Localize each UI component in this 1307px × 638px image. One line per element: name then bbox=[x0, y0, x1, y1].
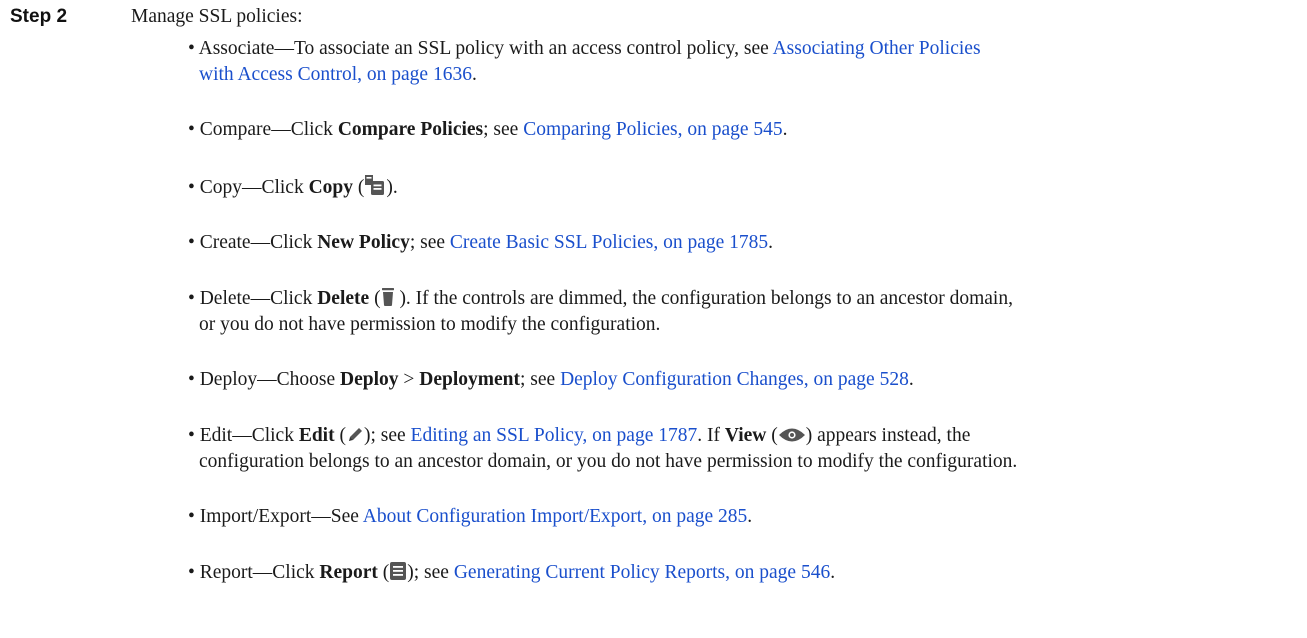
link-editing-an-ssl-policy[interactable]: Editing an SSL Policy, on page 1787 bbox=[411, 425, 698, 446]
link-deploy-configuration-changes[interactable]: Deploy Configuration Changes, on page 52… bbox=[560, 369, 909, 390]
list-item-create: • Create—Click New Policy; see Create Ba… bbox=[188, 232, 774, 253]
deploy-menu-label: Deploy bbox=[339, 369, 399, 390]
link-with-access-control[interactable]: with Access Control, on page 1636 bbox=[199, 64, 472, 85]
delete-label: Delete bbox=[317, 288, 370, 309]
link-generating-current-policy-reports[interactable]: Generating Current Policy Reports, on pa… bbox=[454, 562, 830, 583]
list-item-edit: • Edit—Click Edit (); see Editing an SSL… bbox=[188, 425, 1018, 472]
delete-icon bbox=[381, 288, 394, 306]
link-comparing-policies[interactable]: Comparing Policies, on page 545 bbox=[523, 119, 782, 140]
copy-label: Copy bbox=[308, 177, 354, 198]
edit-label: Edit bbox=[298, 425, 335, 446]
step-intro: Manage SSL policies: bbox=[131, 6, 303, 27]
step-label: Step 2 bbox=[10, 6, 68, 27]
new-policy-label: New Policy bbox=[317, 232, 410, 253]
list-item-copy: • Copy—Click Copy (). bbox=[188, 174, 398, 201]
report-icon bbox=[390, 562, 407, 580]
pencil-icon bbox=[348, 428, 362, 441]
deployment-menu-label: Deployment bbox=[419, 369, 520, 390]
list-item-delete: • Delete—Click Delete ( ). If the contro… bbox=[188, 288, 1013, 335]
list-item-import-export: • Import/Export—See About Configuration … bbox=[188, 506, 753, 527]
report-label: Report bbox=[319, 562, 378, 583]
view-label: View bbox=[724, 425, 767, 446]
list-item-deploy: • Deploy—Choose Deploy > Deployment; see… bbox=[188, 369, 914, 390]
eye-icon bbox=[778, 428, 805, 442]
list-item-compare: • Compare—Click Compare Policies; see Co… bbox=[188, 119, 788, 140]
link-create-basic-ssl-policies[interactable]: Create Basic SSL Policies, on page 1785 bbox=[450, 232, 768, 253]
link-associating-other-policies[interactable]: Associating Other Policies bbox=[773, 38, 981, 59]
copy-icon bbox=[365, 175, 385, 195]
compare-policies-label: Compare Policies bbox=[337, 119, 484, 140]
list-item-associate: • Associate—To associate an SSL policy w… bbox=[188, 38, 981, 85]
link-about-configuration-import-export[interactable]: About Configuration Import/Export, on pa… bbox=[363, 506, 748, 527]
list-item-report: • Report—Click Report (); see Generating… bbox=[188, 562, 836, 583]
